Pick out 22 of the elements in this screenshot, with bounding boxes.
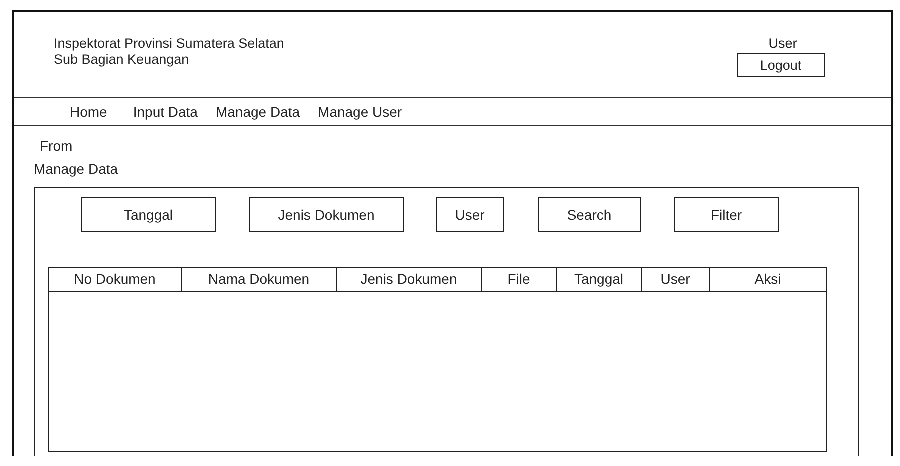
filter-button[interactable]: Tanggal (81, 197, 216, 232)
column-header: Nama Dokumen (182, 268, 337, 291)
column-header: Aksi (754, 270, 782, 289)
column-header: User (642, 268, 710, 291)
header-title: Sub Bagian Keuangan (54, 52, 190, 68)
nav-link[interactable]: Manage Data (216, 104, 300, 120)
logout-button[interactable]: Logout (737, 53, 825, 77)
nav-link[interactable]: Home (70, 104, 108, 120)
page-heading: Manage Data (34, 160, 120, 179)
nav-link[interactable]: Input Data (133, 104, 198, 120)
column-header: Tanggal (557, 268, 642, 291)
filter-button[interactable]: Filter (674, 197, 779, 232)
page-heading: From (39, 137, 74, 156)
user-label: User (768, 36, 798, 52)
nav-link[interactable]: Manage User (318, 104, 402, 120)
column-header: No Dokumen (49, 268, 182, 291)
filter-button[interactable]: User (436, 197, 504, 232)
column-header: Jenis Dokumen (337, 268, 482, 291)
filter-button[interactable]: Search (538, 197, 641, 232)
header-title: Inspektorat Provinsi Sumatera Selatan (54, 36, 284, 52)
column-header: File (482, 268, 557, 291)
filter-button[interactable]: Jenis Dokumen (249, 197, 404, 232)
